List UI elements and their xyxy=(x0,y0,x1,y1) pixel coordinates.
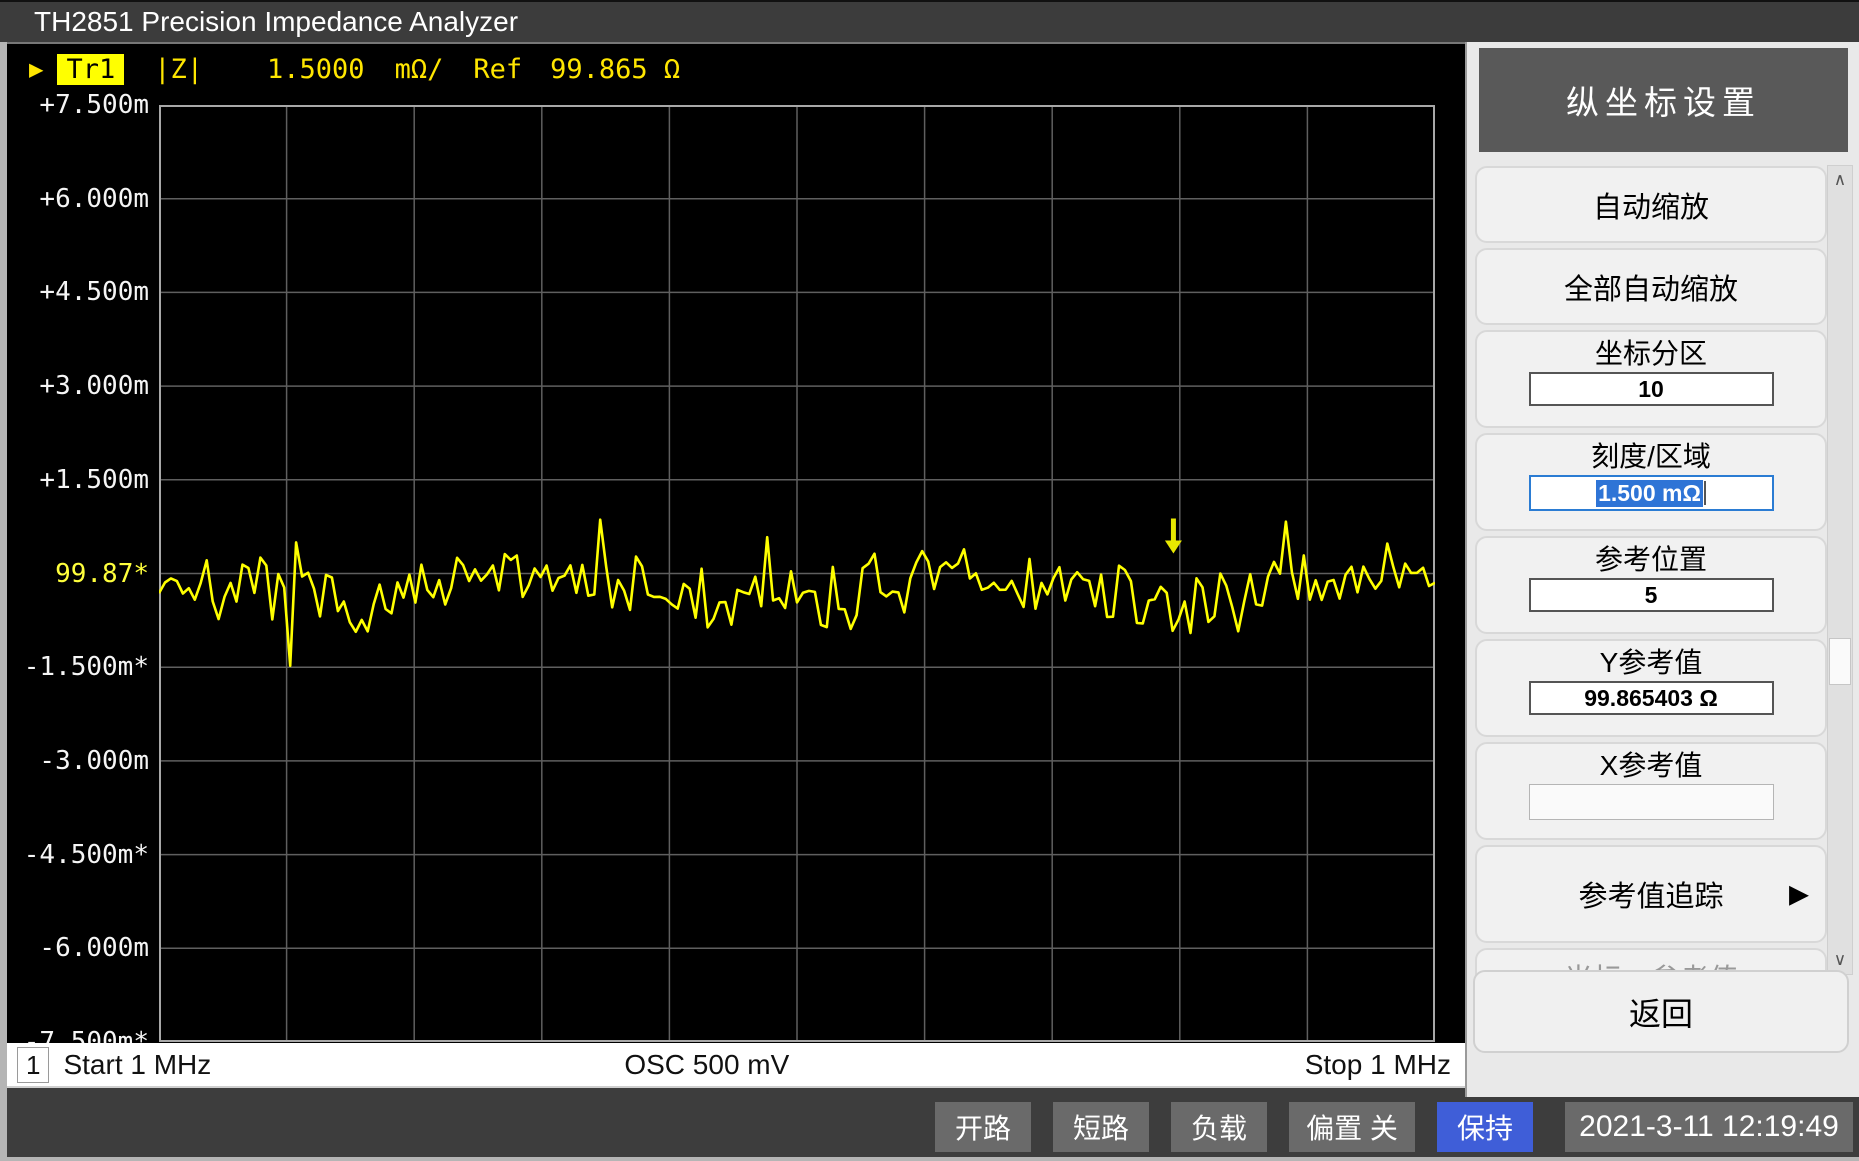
y-reference-label: Y参考值 xyxy=(1600,644,1703,681)
channel-number-box: 1 xyxy=(17,1047,49,1083)
instrument-screen: ▶ Tr1 |Z| 1.5000 mΩ/ Ref 99.865 Ω +7.500… xyxy=(7,42,1465,1097)
y-axis-tick: +7.500m xyxy=(39,90,149,120)
settings-sidebar: 纵坐标设置 自动缩放 全部自动缩放 坐标分区 10 刻度/区域 1.500 mΩ… xyxy=(1465,42,1859,1097)
trace-info-bar: ▶ Tr1 |Z| 1.5000 mΩ/ Ref 99.865 Ω xyxy=(29,52,680,86)
submenu-arrow-icon: ▶ xyxy=(1789,879,1809,910)
divisions-label: 坐标分区 xyxy=(1595,335,1707,372)
selected-text: 1.500 mΩ xyxy=(1596,480,1703,507)
trace-name-badge[interactable]: Tr1 xyxy=(57,54,124,85)
sidebar-menu: 自动缩放 全部自动缩放 坐标分区 10 刻度/区域 1.500 mΩ 参考位置 … xyxy=(1475,166,1827,1051)
y-axis-tick: -6.000m xyxy=(39,933,149,963)
sidebar-title: 纵坐标设置 xyxy=(1479,48,1848,152)
hold-button[interactable]: 保持 xyxy=(1437,1102,1533,1152)
title-bar: TH2851 Precision Impedance Analyzer xyxy=(0,2,1859,42)
auto-scale-button[interactable]: 自动缩放 xyxy=(1475,166,1827,243)
y-axis-tick: +6.000m xyxy=(39,184,149,214)
app-window: TH2851 Precision Impedance Analyzer ▶ Tr… xyxy=(0,0,1859,1161)
impedance-trace-plot xyxy=(159,105,1435,1042)
divisions-panel[interactable]: 坐标分区 10 xyxy=(1475,330,1827,428)
sweep-start-label: Start 1 MHz xyxy=(63,1049,211,1081)
x-reference-input[interactable] xyxy=(1529,784,1774,820)
sidebar-scrollbar[interactable]: ∧ ∨ xyxy=(1827,165,1853,975)
y-axis-tick-labels: +7.500m+6.000m+4.500m+3.000m+1.500m99.87… xyxy=(7,105,153,1042)
osc-level-label: OSC 500 mV xyxy=(624,1043,789,1086)
trace-scale-unit: mΩ/ xyxy=(395,54,444,85)
y-axis-tick: -4.500m* xyxy=(24,840,149,870)
y-axis-tick: -3.000m xyxy=(39,746,149,776)
reference-tracking-label: 参考值追踪 xyxy=(1578,873,1723,915)
trace-parameter: |Z| xyxy=(154,54,203,85)
scrollbar-thumb[interactable] xyxy=(1829,638,1851,685)
x-reference-label: X参考值 xyxy=(1600,747,1703,784)
reference-position-panel[interactable]: 参考位置 5 xyxy=(1475,536,1827,634)
bias-off-button[interactable]: 偏置 关 xyxy=(1289,1102,1415,1152)
scale-per-division-panel[interactable]: 刻度/区域 1.500 mΩ xyxy=(1475,433,1827,531)
reference-tracking-button[interactable]: 参考值追踪 ▶ xyxy=(1475,845,1827,943)
y-axis-tick: +1.500m xyxy=(39,465,149,495)
open-correction-button[interactable]: 开路 xyxy=(935,1102,1031,1152)
window-title: TH2851 Precision Impedance Analyzer xyxy=(34,6,518,37)
sweep-stop-label: Stop 1 MHz xyxy=(1305,1043,1451,1086)
y-reference-input[interactable]: 99.865403 Ω xyxy=(1529,681,1774,715)
scroll-up-icon[interactable]: ∧ xyxy=(1828,166,1852,194)
bottom-status-bar: 开路 短路 负载 偏置 关 保持 2021-3-11 12:19:49 xyxy=(0,1097,1859,1157)
auto-scale-all-button[interactable]: 全部自动缩放 xyxy=(1475,248,1827,325)
trace-scale-value: 1.5000 xyxy=(267,54,365,85)
window-frame-left xyxy=(0,42,7,1157)
back-button[interactable]: 返回 xyxy=(1473,970,1849,1053)
scale-per-division-label: 刻度/区域 xyxy=(1591,438,1711,475)
trace-ref-value: 99.865 Ω xyxy=(550,54,680,85)
divisions-input[interactable]: 10 xyxy=(1529,372,1774,406)
scale-per-division-input[interactable]: 1.500 mΩ xyxy=(1529,475,1774,511)
datetime-display: 2021-3-11 12:19:49 xyxy=(1565,1102,1853,1152)
load-correction-button[interactable]: 负载 xyxy=(1171,1102,1267,1152)
window-frame-bottom xyxy=(0,1157,1859,1161)
short-correction-button[interactable]: 短路 xyxy=(1053,1102,1149,1152)
sweep-start-group: 1 Start 1 MHz xyxy=(17,1043,211,1086)
grid-lines xyxy=(159,105,1435,1042)
reference-position-label: 参考位置 xyxy=(1595,541,1707,578)
trace-ref-word: Ref xyxy=(473,54,522,85)
x-reference-panel[interactable]: X参考值 xyxy=(1475,742,1827,840)
y-axis-tick: -1.500m* xyxy=(24,652,149,682)
text-cursor xyxy=(1704,481,1706,505)
reference-position-input[interactable]: 5 xyxy=(1529,578,1774,612)
x-axis-status-strip: 1 Start 1 MHz OSC 500 mV Stop 1 MHz xyxy=(7,1043,1465,1088)
y-axis-tick: +4.500m xyxy=(39,277,149,307)
active-trace-arrow-icon: ▶ xyxy=(29,55,43,83)
chart-svg xyxy=(159,105,1435,1042)
y-axis-tick: 99.87* xyxy=(55,559,149,589)
chart-screen-area: ▶ Tr1 |Z| 1.5000 mΩ/ Ref 99.865 Ω +7.500… xyxy=(7,42,1465,1043)
y-reference-panel[interactable]: Y参考值 99.865403 Ω xyxy=(1475,639,1827,737)
y-axis-tick: +3.000m xyxy=(39,371,149,401)
